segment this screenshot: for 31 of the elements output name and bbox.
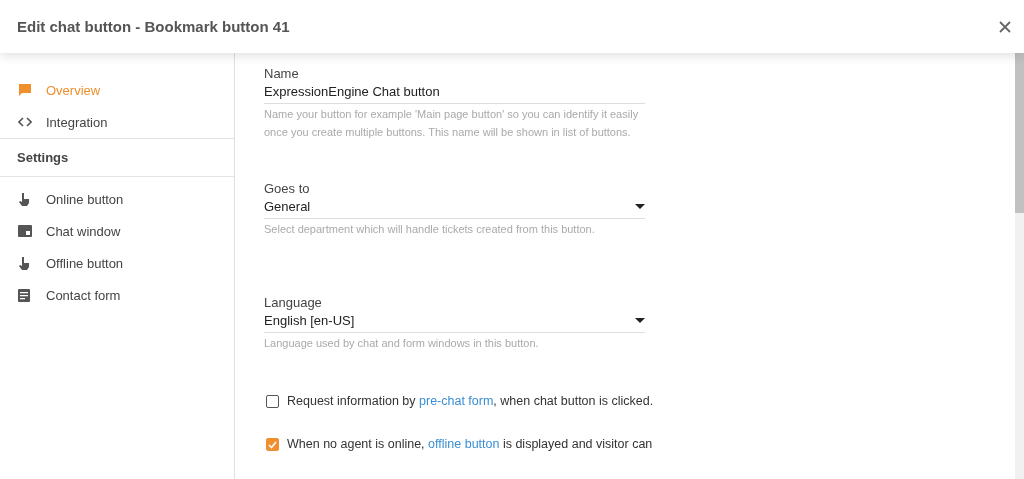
caret-icon xyxy=(635,318,645,323)
nav-item[interactable]: Chat window xyxy=(0,215,234,247)
link[interactable]: offline button xyxy=(428,437,500,451)
nav-item[interactable]: Contact form xyxy=(0,279,234,311)
close-button[interactable] xyxy=(998,19,1012,34)
nav-item[interactable]: Integration xyxy=(0,106,234,138)
input-field[interactable]: ExpressionEngine Chat button xyxy=(264,84,645,104)
window-icon xyxy=(18,225,32,237)
chat-icon xyxy=(18,83,32,97)
hand-icon xyxy=(18,192,30,206)
select-field[interactable]: General xyxy=(264,199,645,219)
field-label: Goes to xyxy=(264,181,311,196)
dialog-title: Edit chat button - Bookmark button 41 xyxy=(17,18,291,35)
hand-icon xyxy=(18,256,30,270)
field-label: Language xyxy=(264,295,323,310)
checkbox[interactable] xyxy=(266,438,279,451)
help-text: Language used by chat and form windows in this button. xyxy=(264,336,540,351)
code-icon xyxy=(18,117,32,127)
option-text: When no agent is online, offline button is displayed and visitor can xyxy=(287,436,653,453)
section-heading: Settings xyxy=(16,150,69,165)
checkbox[interactable] xyxy=(266,395,279,408)
caret-icon xyxy=(635,204,645,209)
scrollbar[interactable] xyxy=(1015,53,1024,479)
help-text: Name your button for example 'Main page button' so you can identify it easily once you create multiple buttons. This name will be shown in list of buttons. xyxy=(264,107,640,140)
help-text: Select department which will handle tickets created from this button. xyxy=(264,222,596,237)
document-icon xyxy=(18,288,30,302)
option-text: Request information by pre-chat form, when chat button is clicked. xyxy=(287,393,654,410)
select-field[interactable]: English [en-US] xyxy=(264,313,645,333)
field-label: Name xyxy=(264,66,300,81)
nav-item[interactable]: Online button xyxy=(0,183,234,215)
nav-item[interactable]: Offline button xyxy=(0,247,234,279)
